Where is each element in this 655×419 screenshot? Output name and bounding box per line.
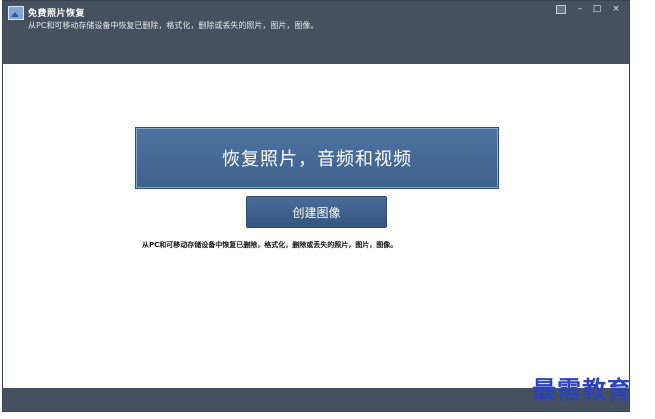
close-button[interactable]: × [609, 3, 623, 15]
app-window: 免费照片恢复 从PC和可移动存储设备中恢复已删除，格式化，删除或丢失的照片，图片… [2, 0, 630, 412]
title-bar: 免费照片恢复 从PC和可移动存储设备中恢复已删除，格式化，删除或丢失的照片，图片… [3, 1, 629, 64]
photo-app-icon [8, 6, 24, 20]
create-image-button[interactable]: 创建图像 [246, 196, 387, 228]
minimize-button[interactable]: – [573, 3, 587, 15]
description-text: 从PC和可移动存储设备中恢复已删除，格式化，删除或丢失的照片，图片，图像。 [142, 241, 398, 249]
app-subtitle: 从PC和可移动存储设备中恢复已删除，格式化，删除或丢失的照片，图片，图像。 [28, 21, 319, 30]
recover-media-button[interactable]: 恢复照片，音频和视频 [135, 127, 499, 189]
watermark-logo: 最需教育 [532, 375, 632, 404]
settings-icon[interactable] [556, 5, 566, 14]
maximize-button[interactable]: □ [590, 3, 604, 15]
app-title: 免费照片恢复 [28, 9, 86, 19]
